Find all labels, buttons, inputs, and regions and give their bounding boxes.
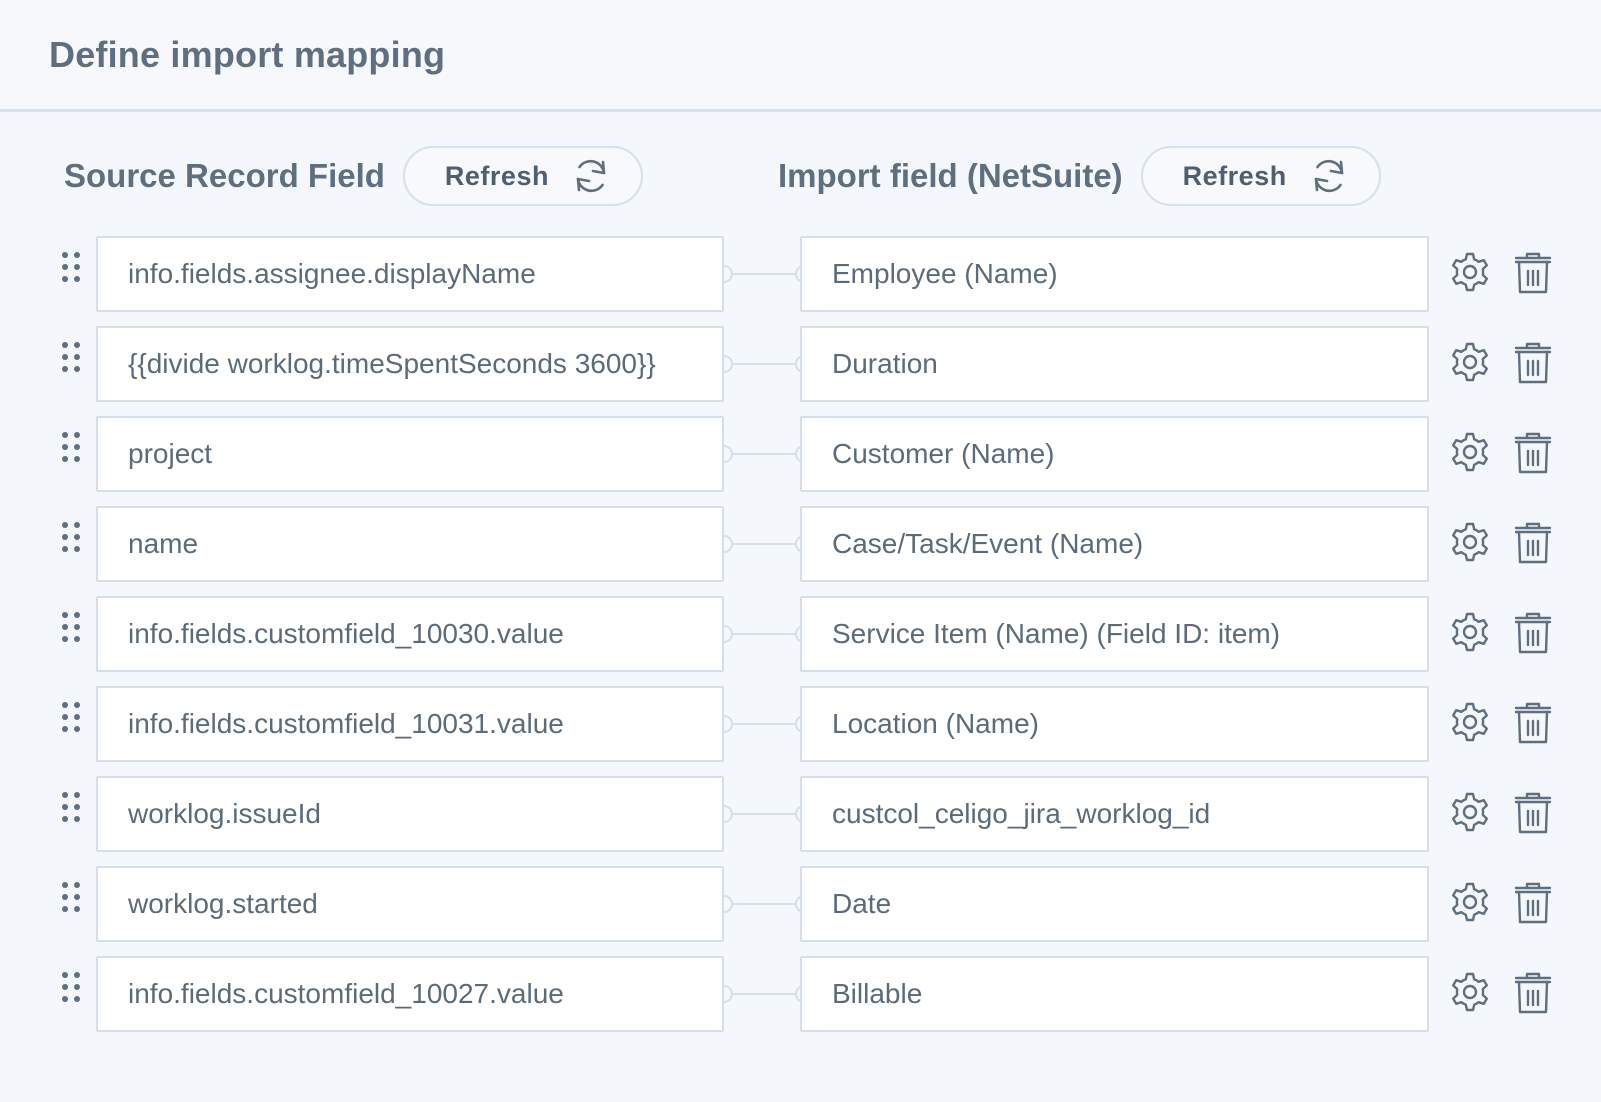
source-column-title: Source Record Field — [64, 157, 385, 194]
source-field-input[interactable]: project — [96, 416, 724, 492]
mapping-connector — [720, 352, 808, 376]
mapping-row: {{divide worklog.timeSpentSeconds 3600}}… — [0, 326, 1601, 402]
mapping-connector — [720, 982, 808, 1006]
drag-handle-icon[interactable] — [60, 340, 82, 374]
import-field-input[interactable]: Customer (Name) — [800, 416, 1429, 492]
source-column-header: Source Record Field Refresh — [64, 144, 643, 208]
refresh-icon — [571, 156, 611, 196]
mapping-connector — [720, 262, 808, 286]
mapping-row: info.fields.assignee.displayName Employe… — [0, 236, 1601, 312]
import-field-input[interactable]: Date — [800, 866, 1429, 942]
import-field-input[interactable]: Service Item (Name) (Field ID: item) — [800, 596, 1429, 672]
drag-handle-icon[interactable] — [60, 790, 82, 824]
drag-handle-icon[interactable] — [60, 520, 82, 554]
gear-icon[interactable] — [1447, 520, 1493, 566]
trash-icon[interactable] — [1510, 610, 1556, 656]
drag-handle-icon[interactable] — [60, 610, 82, 644]
page-title: Define import mapping — [49, 34, 446, 75]
trash-icon[interactable] — [1510, 520, 1556, 566]
mapping-connector — [720, 622, 808, 646]
source-field-input[interactable]: info.fields.customfield_10030.value — [96, 596, 724, 672]
mapping-row: project Customer (Name) — [0, 416, 1601, 492]
drag-handle-icon[interactable] — [60, 250, 82, 284]
mapping-connector — [720, 892, 808, 916]
mapping-connector — [720, 712, 808, 736]
import-refresh-button[interactable]: Refresh — [1140, 146, 1381, 206]
source-field-input[interactable]: info.fields.customfield_10031.value — [96, 686, 724, 762]
trash-icon[interactable] — [1510, 700, 1556, 746]
trash-icon[interactable] — [1510, 340, 1556, 386]
gear-icon[interactable] — [1447, 430, 1493, 476]
import-field-input[interactable]: Billable — [800, 956, 1429, 1032]
trash-icon[interactable] — [1510, 250, 1556, 296]
import-refresh-label: Refresh — [1182, 160, 1287, 191]
gear-icon[interactable] — [1447, 880, 1493, 926]
source-field-input[interactable]: name — [96, 506, 724, 582]
import-field-input[interactable]: custcol_celigo_jira_worklog_id — [800, 776, 1429, 852]
import-column-title: Import field (NetSuite) — [778, 157, 1123, 194]
source-field-input[interactable]: worklog.started — [96, 866, 724, 942]
mapping-connector — [720, 532, 808, 556]
mapping-row: name Case/Task/Event (Name) — [0, 506, 1601, 582]
mapping-row: info.fields.customfield_10030.value Serv… — [0, 596, 1601, 672]
drag-handle-icon[interactable] — [60, 430, 82, 464]
mapping-connector — [720, 442, 808, 466]
import-field-input[interactable]: Case/Task/Event (Name) — [800, 506, 1429, 582]
mapping-row: info.fields.customfield_10031.value Loca… — [0, 686, 1601, 762]
gear-icon[interactable] — [1447, 970, 1493, 1016]
mapping-connector — [720, 802, 808, 826]
import-field-input[interactable]: Duration — [800, 326, 1429, 402]
gear-icon[interactable] — [1447, 610, 1493, 656]
import-column-header: Import field (NetSuite) Refresh — [778, 144, 1381, 208]
trash-icon[interactable] — [1510, 430, 1556, 476]
gear-icon[interactable] — [1447, 700, 1493, 746]
source-field-input[interactable]: worklog.issueId — [96, 776, 724, 852]
gear-icon[interactable] — [1447, 340, 1493, 386]
mapping-row: worklog.issueId custcol_celigo_jira_work… — [0, 776, 1601, 852]
drag-handle-icon[interactable] — [60, 880, 82, 914]
trash-icon[interactable] — [1510, 790, 1556, 836]
mapping-row: info.fields.customfield_10027.value Bill… — [0, 956, 1601, 1032]
import-field-input[interactable]: Employee (Name) — [800, 236, 1429, 312]
trash-icon[interactable] — [1510, 970, 1556, 1016]
gear-icon[interactable] — [1447, 250, 1493, 296]
trash-icon[interactable] — [1510, 880, 1556, 926]
drag-handle-icon[interactable] — [60, 700, 82, 734]
source-refresh-button[interactable]: Refresh — [402, 146, 643, 206]
import-field-input[interactable]: Location (Name) — [800, 686, 1429, 762]
gear-icon[interactable] — [1447, 790, 1493, 836]
source-field-input[interactable]: info.fields.customfield_10027.value — [96, 956, 724, 1032]
refresh-icon — [1309, 156, 1349, 196]
drag-handle-icon[interactable] — [60, 970, 82, 1004]
source-field-input[interactable]: info.fields.assignee.displayName — [96, 236, 724, 312]
source-field-input[interactable]: {{divide worklog.timeSpentSeconds 3600}} — [96, 326, 724, 402]
page-header: Define import mapping — [0, 0, 1601, 112]
mapping-row: worklog.started Date — [0, 866, 1601, 942]
source-refresh-label: Refresh — [444, 160, 549, 191]
